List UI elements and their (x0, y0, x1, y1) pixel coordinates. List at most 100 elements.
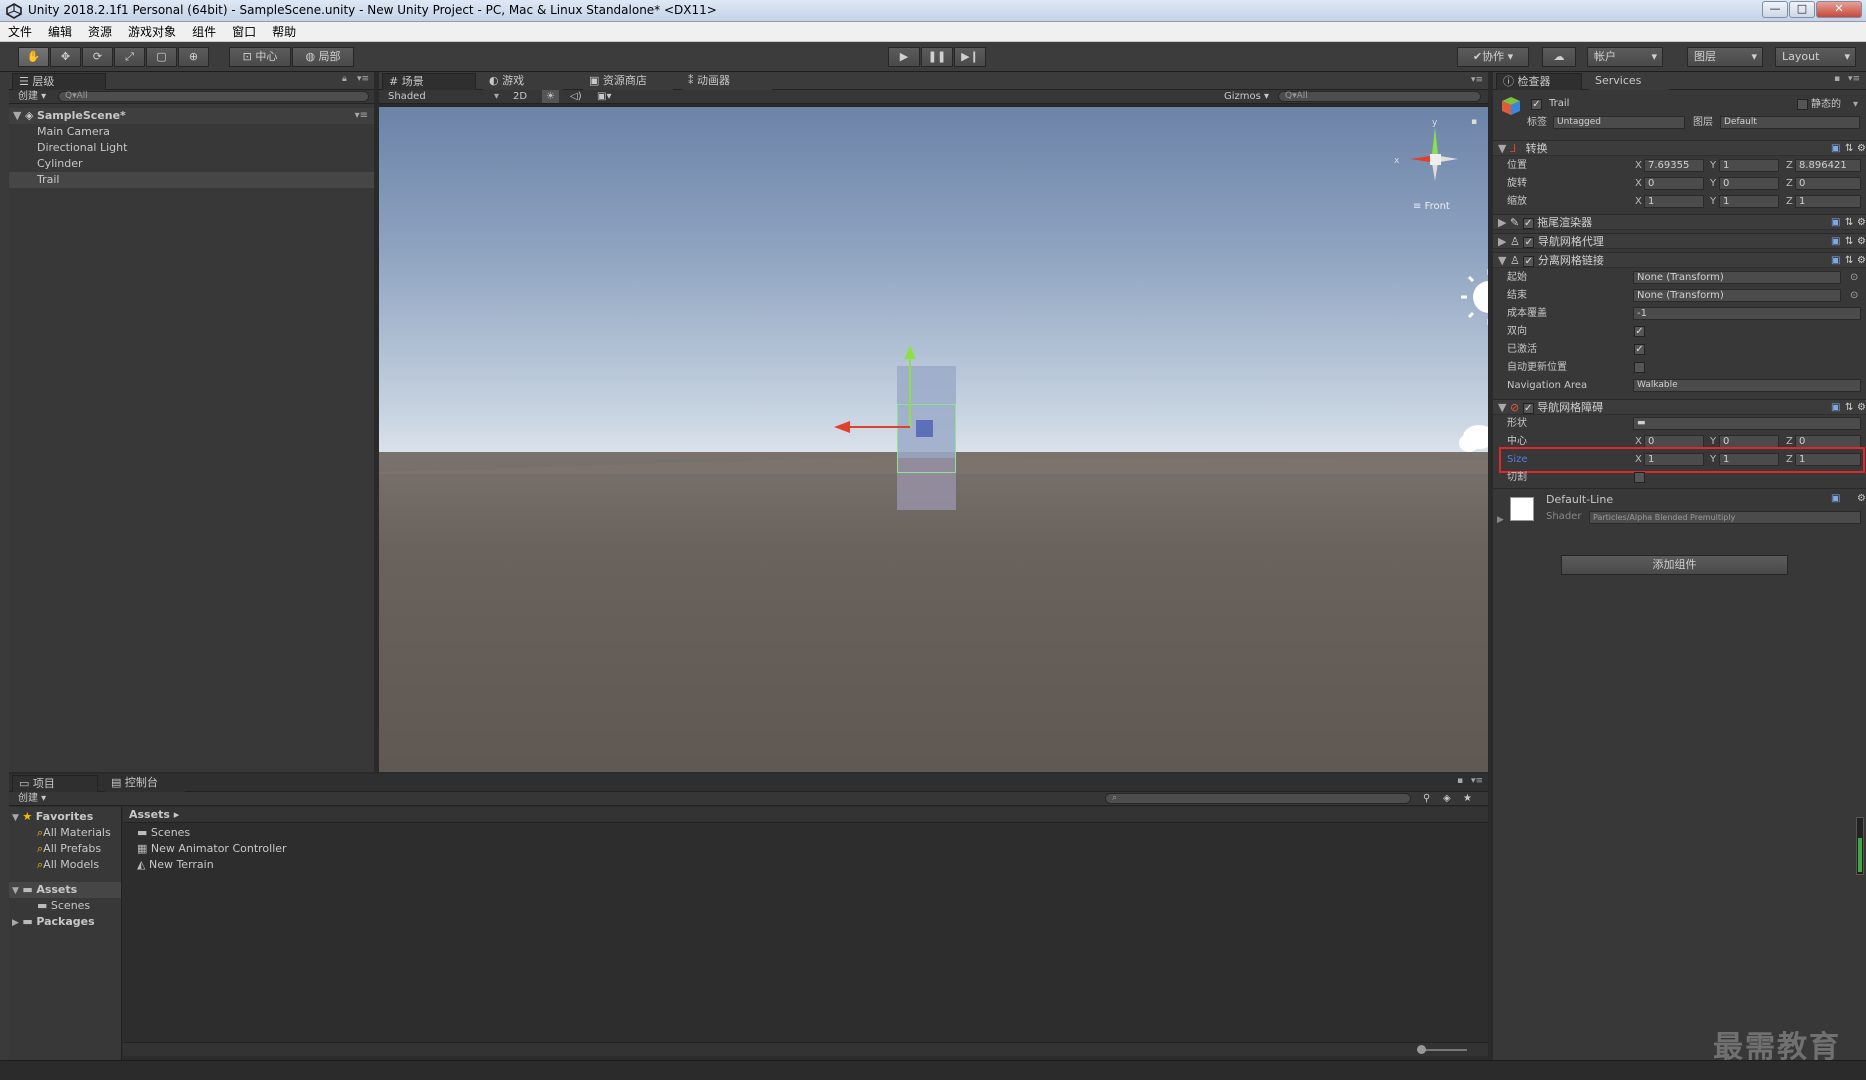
end-object-field[interactable]: None (Transform) (1633, 289, 1841, 302)
tab-asset-store[interactable]: ▣ 资源商店 (583, 73, 673, 90)
nav-obstacle-enabled-checkbox[interactable]: ✓ (1522, 402, 1534, 414)
move-gizmo[interactable] (834, 345, 954, 485)
layout-dropdown[interactable]: Layout ▾ (1775, 47, 1856, 67)
transform-header[interactable]: ▼ ⅃ 转换 ▣ ⇅ ⚙ (1493, 140, 1866, 156)
activated-checkbox[interactable]: ✓ (1634, 344, 1645, 355)
folder-item[interactable]: ▬ Scenes (37, 898, 90, 914)
assets-breadcrumb[interactable]: Assets ▸ (123, 807, 1488, 823)
object-picker-icon[interactable]: ⊙ (1850, 288, 1858, 303)
hierarchy-item-selected[interactable]: Trail (37, 172, 59, 188)
project-menu-icon[interactable]: ▾≡ (1471, 776, 1483, 786)
pivot-toggle-button[interactable]: ⊡ 中心 (229, 47, 291, 67)
hierarchy-item[interactable]: Directional Light (37, 140, 127, 156)
rotate-tool-button[interactable]: ⟳ (82, 47, 113, 67)
nav-agent-header[interactable]: ▶ ♙ ✓ 导航网格代理 ▣ ⇅ ⚙ (1493, 233, 1866, 249)
position-x-field[interactable]: 7.69355 (1644, 159, 1704, 172)
pause-button[interactable]: ❚❚ (921, 47, 953, 67)
favorite-item[interactable]: ⌕All Prefabs (37, 841, 101, 857)
preset-icon[interactable]: ⇅ (1845, 234, 1853, 250)
navigation-area-dropdown[interactable]: Walkable (1633, 379, 1861, 392)
asset-file-item[interactable]: ▬ Scenes (137, 825, 190, 841)
tag-dropdown[interactable]: Untagged (1553, 116, 1685, 129)
favorites-item[interactable]: ▼ ★ Favorites (12, 809, 93, 825)
inspector-scrollbar[interactable] (1856, 817, 1864, 875)
asset-file-item[interactable]: ▦ New Animator Controller (137, 841, 287, 857)
audio-toggle-icon[interactable]: ◁) (570, 90, 582, 103)
transform-tool-button[interactable]: ⊕ (178, 47, 209, 67)
auto-update-checkbox[interactable] (1634, 362, 1645, 373)
panel-menu-icon[interactable]: ▾≡ (357, 74, 369, 84)
help-icon[interactable]: ▣ (1831, 493, 1840, 504)
space-toggle-button[interactable]: ◍ 局部 (292, 47, 354, 67)
help-icon[interactable]: ▣ (1831, 141, 1840, 157)
scene-root-item[interactable]: ▼ ◈ SampleScene* ▾≡ (9, 108, 374, 124)
tab-project[interactable]: ▭ 项目 (12, 775, 98, 792)
hierarchy-create-dropdown[interactable]: 创建 ▾ (18, 90, 46, 103)
menu-file[interactable]: 文件 (0, 22, 40, 40)
gear-icon[interactable]: ⚙ (1857, 141, 1866, 157)
view-label[interactable]: ≡ Front (1413, 201, 1450, 212)
object-name-field[interactable]: Trail (1546, 98, 1746, 112)
project-create-dropdown[interactable]: 创建 ▾ (18, 792, 46, 805)
rect-tool-button[interactable]: ▢ (146, 47, 177, 67)
hierarchy-item[interactable]: Cylinder (37, 156, 83, 172)
preset-icon[interactable]: ⇅ (1845, 253, 1853, 269)
layers-dropdown[interactable]: 图层 ▾ (1687, 47, 1763, 67)
preset-icon[interactable]: ⇅ (1845, 400, 1853, 416)
tab-inspector[interactable]: ⓘ 检查器 (1496, 73, 1582, 90)
offmesh-link-header[interactable]: ▼ ♙ ✓ 分离网格链接 ▣ ⇅ ⚙ (1493, 252, 1866, 268)
offmesh-link-enabled-checkbox[interactable]: ✓ (1523, 255, 1535, 267)
move-tool-button[interactable]: ✥ (50, 47, 81, 67)
inspector-menu-icon[interactable]: ▾≡ (1848, 74, 1860, 84)
hierarchy-search-input[interactable]: Q▾All (58, 91, 369, 102)
favorite-item[interactable]: ⌕All Materials (37, 825, 111, 841)
object-picker-icon[interactable]: ⊙ (1850, 270, 1858, 285)
preset-icon[interactable]: ⇅ (1845, 141, 1853, 157)
minimize-button[interactable]: — (1762, 1, 1788, 18)
scale-z-field[interactable]: 1 (1795, 195, 1861, 208)
gear-icon[interactable]: ⚙ (1857, 493, 1866, 504)
gear-icon[interactable]: ⚙ (1857, 253, 1866, 269)
scene-menu-icon[interactable]: ▾≡ (355, 108, 368, 124)
effects-toggle-icon[interactable]: ▣▾ (597, 90, 611, 103)
help-icon[interactable]: ▣ (1831, 253, 1840, 269)
position-y-field[interactable]: 1 (1719, 159, 1779, 172)
scale-x-field[interactable]: 1 (1644, 195, 1704, 208)
lock-icon[interactable]: 🔒︎ (342, 74, 347, 84)
shading-mode-dropdown[interactable]: Shaded (388, 90, 426, 103)
material-preview-swatch[interactable] (1510, 497, 1534, 521)
gizmos-dropdown[interactable]: Gizmos ▾ (1224, 90, 1269, 103)
rotation-y-field[interactable]: 0 (1719, 177, 1779, 190)
menu-help[interactable]: 帮助 (264, 22, 304, 40)
favorite-star-icon[interactable]: ★ (1463, 792, 1472, 805)
carve-checkbox[interactable] (1634, 472, 1645, 483)
collab-dropdown[interactable]: ✔协作 ▾ (1457, 47, 1529, 67)
asset-file-item[interactable]: ◭ New Terrain (137, 857, 214, 873)
gear-icon[interactable]: ⚙ (1857, 215, 1866, 231)
static-dropdown-arrow-icon[interactable]: ▾ (1853, 97, 1858, 112)
static-checkbox[interactable] (1797, 99, 1808, 110)
trail-renderer-header[interactable]: ▶ ✎ ✓ 拖尾渲染器 ▣ ⇅ ⚙ (1493, 214, 1866, 230)
hand-tool-button[interactable]: ✋ (18, 47, 49, 67)
rotation-x-field[interactable]: 0 (1644, 177, 1704, 190)
position-z-field[interactable]: 8.896421 (1795, 159, 1861, 172)
preset-icon[interactable]: ⇅ (1845, 215, 1853, 231)
tab-hierarchy[interactable]: ☰ 层级 (12, 73, 106, 90)
nav-obstacle-header[interactable]: ▼ ⊘ ✓ 导航网格障碍 ▣ ⇅ ⚙ (1493, 399, 1866, 415)
shape-dropdown[interactable]: ▬ (1633, 417, 1861, 430)
filter-by-label-icon[interactable]: ◈ (1443, 792, 1451, 805)
lighting-toggle-icon[interactable]: ☀ (542, 90, 559, 103)
scene-search-input[interactable]: Q▾All (1278, 91, 1481, 102)
nav-agent-enabled-checkbox[interactable]: ✓ (1523, 236, 1535, 248)
help-icon[interactable]: ▣ (1831, 234, 1840, 250)
2d-toggle[interactable]: 2D (513, 90, 527, 103)
scene-panel-menu-icon[interactable]: ▾≡ (1471, 75, 1483, 85)
tab-services[interactable]: Services (1589, 73, 1669, 90)
gear-icon[interactable]: ⚙ (1857, 234, 1866, 250)
maximize-button[interactable]: □ (1789, 1, 1815, 18)
scene-viewport[interactable]: y x ≡ Front ▪ (379, 107, 1488, 772)
tab-scene[interactable]: # 场景 (382, 73, 476, 90)
tab-console[interactable]: ▤ 控制台 (105, 775, 185, 792)
rotation-z-field[interactable]: 0 (1795, 177, 1861, 190)
favorite-item[interactable]: ⌕All Models (37, 857, 99, 873)
